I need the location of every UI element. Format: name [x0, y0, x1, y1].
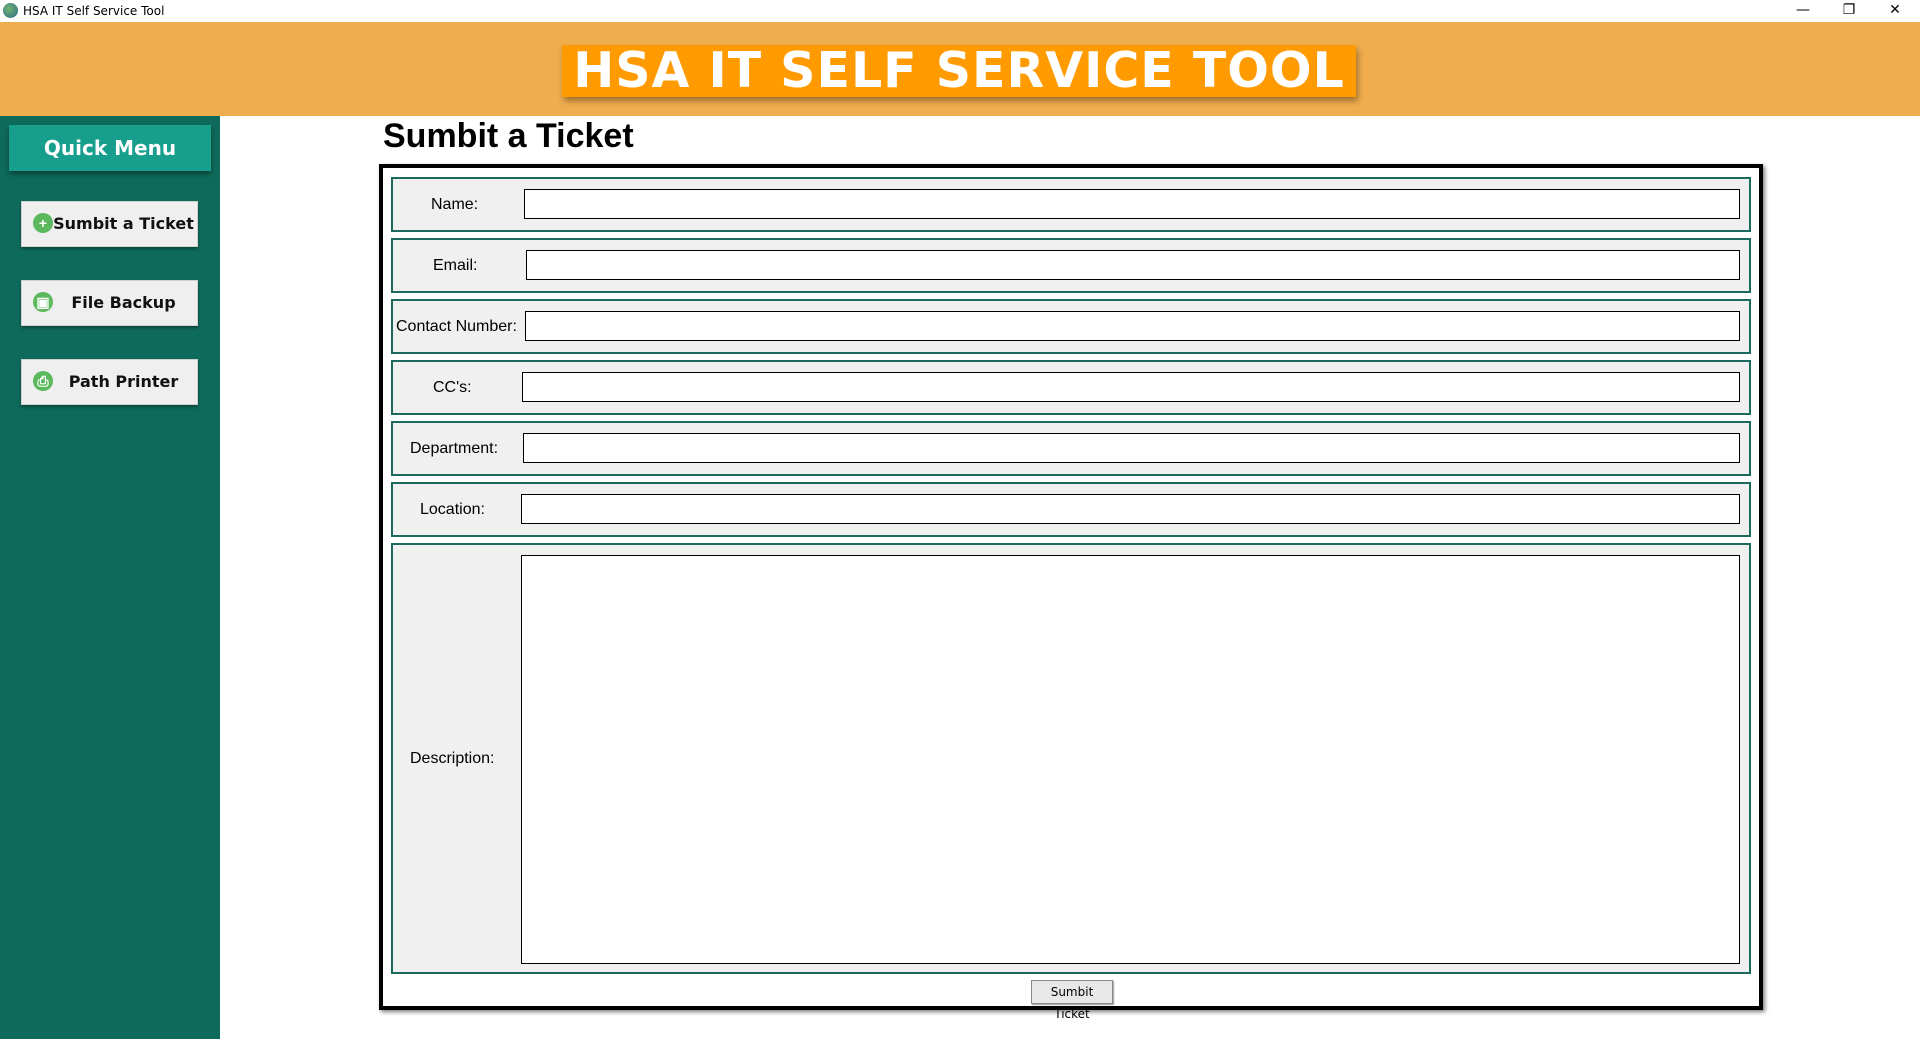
department-row: Department: — [391, 421, 1751, 476]
description-textarea[interactable] — [521, 555, 1740, 964]
file-backup-label: File Backup — [71, 293, 176, 312]
close-button[interactable]: ✕ — [1872, 0, 1918, 22]
quick-menu-heading: Quick Menu — [9, 125, 211, 171]
location-input[interactable] — [521, 494, 1740, 524]
name-row: Name: — [391, 177, 1751, 232]
email-input[interactable] — [526, 250, 1740, 280]
page-title: Sumbit a Ticket — [383, 117, 634, 155]
path-printer-button[interactable]: ⎙ Path Printer — [21, 359, 198, 405]
email-row: Email: — [391, 238, 1751, 293]
restore-button[interactable]: ❐ — [1826, 0, 1872, 22]
submit-ticket-button[interactable]: + Sumbit a Ticket — [21, 201, 198, 247]
submit-ticket-label: Sumbit a Ticket — [53, 214, 194, 233]
file-backup-button[interactable]: ▣ File Backup — [21, 280, 198, 326]
ccs-label: CC's: — [433, 379, 472, 396]
window-titlebar: HSA IT Self Service Tool — ❐ ✕ — [0, 0, 1920, 22]
app-globe-icon — [3, 3, 18, 18]
name-input[interactable] — [524, 189, 1740, 219]
submit-ticket-form-button[interactable]: Sumbit Ticket — [1031, 980, 1113, 1021]
contact-number-input[interactable] — [525, 311, 1740, 341]
contact-number-row: Contact Number: — [391, 299, 1751, 354]
path-printer-label: Path Printer — [68, 372, 179, 391]
ticket-form: Name: Email: Contact Number: CC's: Depar… — [379, 164, 1763, 1021]
name-label: Name: — [431, 196, 479, 213]
description-label: Description: — [410, 750, 495, 767]
ccs-input[interactable] — [522, 372, 1740, 402]
sidebar: Quick Menu + Sumbit a Ticket ▣ File Back… — [0, 116, 220, 1039]
department-label: Department: — [410, 440, 499, 457]
location-label: Location: — [420, 501, 485, 518]
location-row: Location: — [391, 482, 1751, 537]
banner-title: HSA IT SELF SERVICE TOOL — [573, 42, 1345, 99]
description-row: Description: — [391, 543, 1751, 974]
app-banner: HSA IT SELF SERVICE TOOL — [562, 45, 1356, 97]
minimize-button[interactable]: — — [1780, 0, 1826, 22]
window-title: HSA IT Self Service Tool — [23, 4, 165, 18]
department-input[interactable] — [523, 433, 1740, 463]
email-label: Email: — [433, 257, 478, 274]
contact-number-label: Contact Number: — [396, 318, 517, 335]
ccs-row: CC's: — [391, 360, 1751, 415]
